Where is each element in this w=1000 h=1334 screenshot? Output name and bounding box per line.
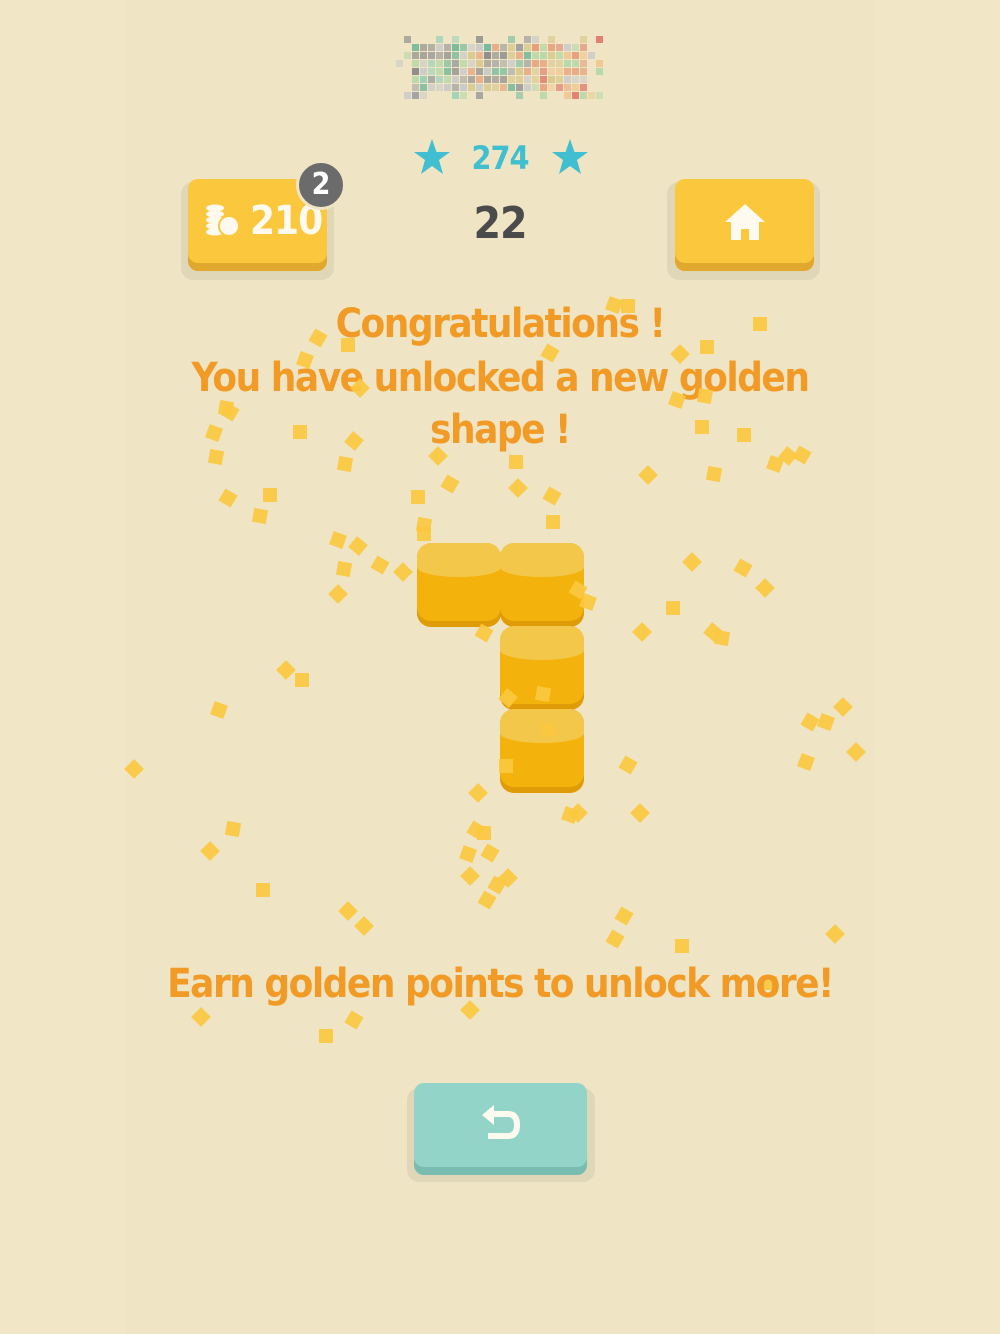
back-button[interactable] [414,1083,587,1175]
pixel-mosaic-logo [396,36,606,100]
home-button[interactable] [675,179,814,271]
coins-icon [206,204,240,237]
best-score: 274 [471,139,529,177]
congratulations-text: Congratulations ! [335,301,666,347]
unlock-message: You have unlocked a new golden shape ! [191,355,810,453]
star-icon [552,139,588,174]
golden-block [417,543,501,627]
undo-arrow-icon [482,1105,520,1139]
notification-badge: 2 [296,160,346,210]
home-icon [725,204,765,240]
golden-block [500,543,584,627]
golden-block [500,709,584,793]
golden-block [500,626,584,710]
star-icon [414,139,450,174]
earn-golden-points-text: Earn golden points to unlock more! [167,961,834,1007]
current-score: 22 [473,198,527,249]
